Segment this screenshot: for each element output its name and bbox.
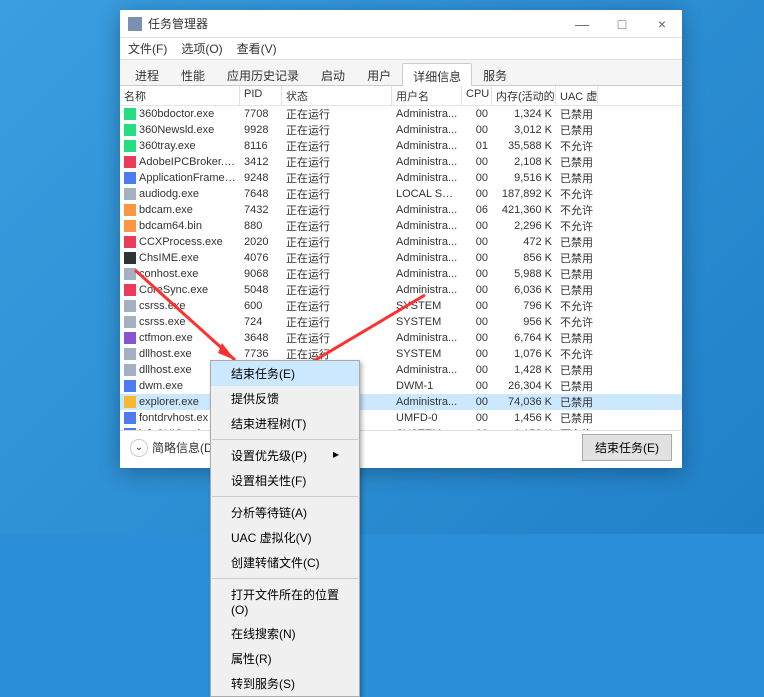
process-icon	[124, 268, 136, 280]
process-icon	[124, 236, 136, 248]
col-status[interactable]: 状态	[282, 86, 392, 105]
tab-performance[interactable]: 性能	[170, 62, 216, 85]
process-icon	[124, 124, 136, 136]
col-uac[interactable]: UAC 虚拟化	[556, 86, 598, 105]
table-row[interactable]: 360bdoctor.exe7708正在运行Administra...001,3…	[120, 106, 682, 122]
process-icon	[124, 316, 136, 328]
menu-file[interactable]: 文件(F)	[128, 40, 167, 57]
chevron-down-icon: ⌄	[130, 439, 148, 457]
process-icon	[124, 188, 136, 200]
process-icon	[124, 396, 136, 408]
minimize-button[interactable]: —	[562, 10, 602, 38]
ctx-goto-service[interactable]: 转到服务(S)	[211, 671, 359, 696]
process-icon	[124, 412, 136, 424]
col-cpu[interactable]: CPU	[462, 86, 492, 105]
table-row[interactable]: ChsIME.exe4076正在运行Administra...00856 K已禁…	[120, 250, 682, 266]
process-icon	[124, 108, 136, 120]
ctx-properties[interactable]: 属性(R)	[211, 646, 359, 671]
footer: ⌄ 简略信息(D) 结束任务(E)	[120, 430, 682, 464]
table-row[interactable]: bdcam.exe7432正在运行Administra...06421,360 …	[120, 202, 682, 218]
process-icon	[124, 140, 136, 152]
close-button[interactable]: ×	[642, 10, 682, 38]
table-row[interactable]: AdobeIPCBroker.exe3412正在运行Administra...0…	[120, 154, 682, 170]
brief-info-button[interactable]: ⌄ 简略信息(D)	[130, 439, 217, 457]
table-row[interactable]: CoreSync.exe5048正在运行Administra...006,036…	[120, 282, 682, 298]
col-user[interactable]: 用户名	[392, 86, 462, 105]
task-manager-window: 任务管理器 — □ × 文件(F) 选项(O) 查看(V) 进程 性能 应用历史…	[120, 10, 682, 468]
column-headers[interactable]: 名称 PID 状态 用户名 CPU 内存(活动的... UAC 虚拟化	[120, 86, 682, 106]
table-row[interactable]: dllhost.exe9872正在运行Administra...001,428 …	[120, 362, 682, 378]
process-icon	[124, 364, 136, 376]
table-row[interactable]: csrss.exe724正在运行SYSTEM00956 K不允许	[120, 314, 682, 330]
table-row[interactable]: CCXProcess.exe2020正在运行Administra...00472…	[120, 234, 682, 250]
process-icon	[124, 220, 136, 232]
menu-view[interactable]: 查看(V)	[237, 40, 277, 57]
process-icon	[124, 348, 136, 360]
process-icon	[124, 300, 136, 312]
tab-history[interactable]: 应用历史记录	[216, 62, 310, 85]
ctx-end-tree[interactable]: 结束进程树(T)	[211, 411, 359, 436]
tabs: 进程 性能 应用历史记录 启动 用户 详细信息 服务	[120, 60, 682, 86]
table-row[interactable]: audiodg.exe7648正在运行LOCAL SER...00187,892…	[120, 186, 682, 202]
table-row[interactable]: 360tray.exe8116正在运行Administra...0135,588…	[120, 138, 682, 154]
titlebar[interactable]: 任务管理器 — □ ×	[120, 10, 682, 38]
tab-processes[interactable]: 进程	[124, 62, 170, 85]
ctx-affinity[interactable]: 设置相关性(F)	[211, 468, 359, 493]
context-menu: 结束任务(E) 提供反馈 结束进程树(T) 设置优先级(P)▸ 设置相关性(F)…	[210, 360, 360, 697]
window-title: 任务管理器	[148, 15, 208, 32]
ctx-create-dump[interactable]: 创建转储文件(C)	[211, 550, 359, 575]
table-row[interactable]: igfxCUIServiceSYSTEM001,152 K不允许	[120, 426, 682, 430]
tab-startup[interactable]: 启动	[310, 62, 356, 85]
separator	[212, 578, 358, 579]
table-row[interactable]: fontdrvhost.exUMFD-0001,456 K已禁用	[120, 410, 682, 426]
process-icon	[124, 284, 136, 296]
menu-options[interactable]: 选项(O)	[181, 40, 222, 57]
process-icon	[124, 172, 136, 184]
end-task-button[interactable]: 结束任务(E)	[582, 434, 672, 461]
process-icon	[124, 156, 136, 168]
ctx-analyze-wait[interactable]: 分析等待链(A)	[211, 500, 359, 525]
table-row[interactable]: dwm.exe1076正在运行DWM-10026,304 K已禁用	[120, 378, 682, 394]
ctx-end-task[interactable]: 结束任务(E)	[211, 361, 359, 386]
col-name[interactable]: 名称	[120, 86, 240, 105]
separator	[212, 439, 358, 440]
ctx-priority[interactable]: 设置优先级(P)▸	[211, 443, 359, 468]
table-row[interactable]: bdcam64.bin880正在运行Administra...002,296 K…	[120, 218, 682, 234]
col-pid[interactable]: PID	[240, 86, 282, 105]
process-icon	[124, 252, 136, 264]
table-row[interactable]: ctfmon.exe3648正在运行Administra...006,764 K…	[120, 330, 682, 346]
table-row[interactable]: explorer.exe4256正在运行Administra...0074,03…	[120, 394, 682, 410]
ctx-open-location[interactable]: 打开文件所在的位置(O)	[211, 582, 359, 621]
menubar: 文件(F) 选项(O) 查看(V)	[120, 38, 682, 60]
separator	[212, 496, 358, 497]
process-icon	[124, 332, 136, 344]
ctx-search-online[interactable]: 在线搜索(N)	[211, 621, 359, 646]
tab-details[interactable]: 详细信息	[402, 63, 472, 86]
process-icon	[124, 380, 136, 392]
app-icon	[128, 17, 142, 31]
process-icon	[124, 204, 136, 216]
table-row[interactable]: conhost.exe9068正在运行Administra...005,988 …	[120, 266, 682, 282]
table-row[interactable]: dllhost.exe7736正在运行SYSTEM001,076 K不允许	[120, 346, 682, 362]
ctx-feedback[interactable]: 提供反馈	[211, 386, 359, 411]
process-list[interactable]: 360bdoctor.exe7708正在运行Administra...001,3…	[120, 106, 682, 430]
col-mem[interactable]: 内存(活动的...	[492, 86, 556, 105]
maximize-button[interactable]: □	[602, 10, 642, 38]
table-row[interactable]: ApplicationFrameH...9248正在运行Administra..…	[120, 170, 682, 186]
process-icon	[124, 428, 136, 430]
table-row[interactable]: 360Newsld.exe9928正在运行Administra...003,01…	[120, 122, 682, 138]
table-row[interactable]: csrss.exe600正在运行SYSTEM00796 K不允许	[120, 298, 682, 314]
tab-users[interactable]: 用户	[356, 62, 402, 85]
tab-services[interactable]: 服务	[472, 62, 518, 85]
ctx-uac-virt[interactable]: UAC 虚拟化(V)	[211, 525, 359, 550]
